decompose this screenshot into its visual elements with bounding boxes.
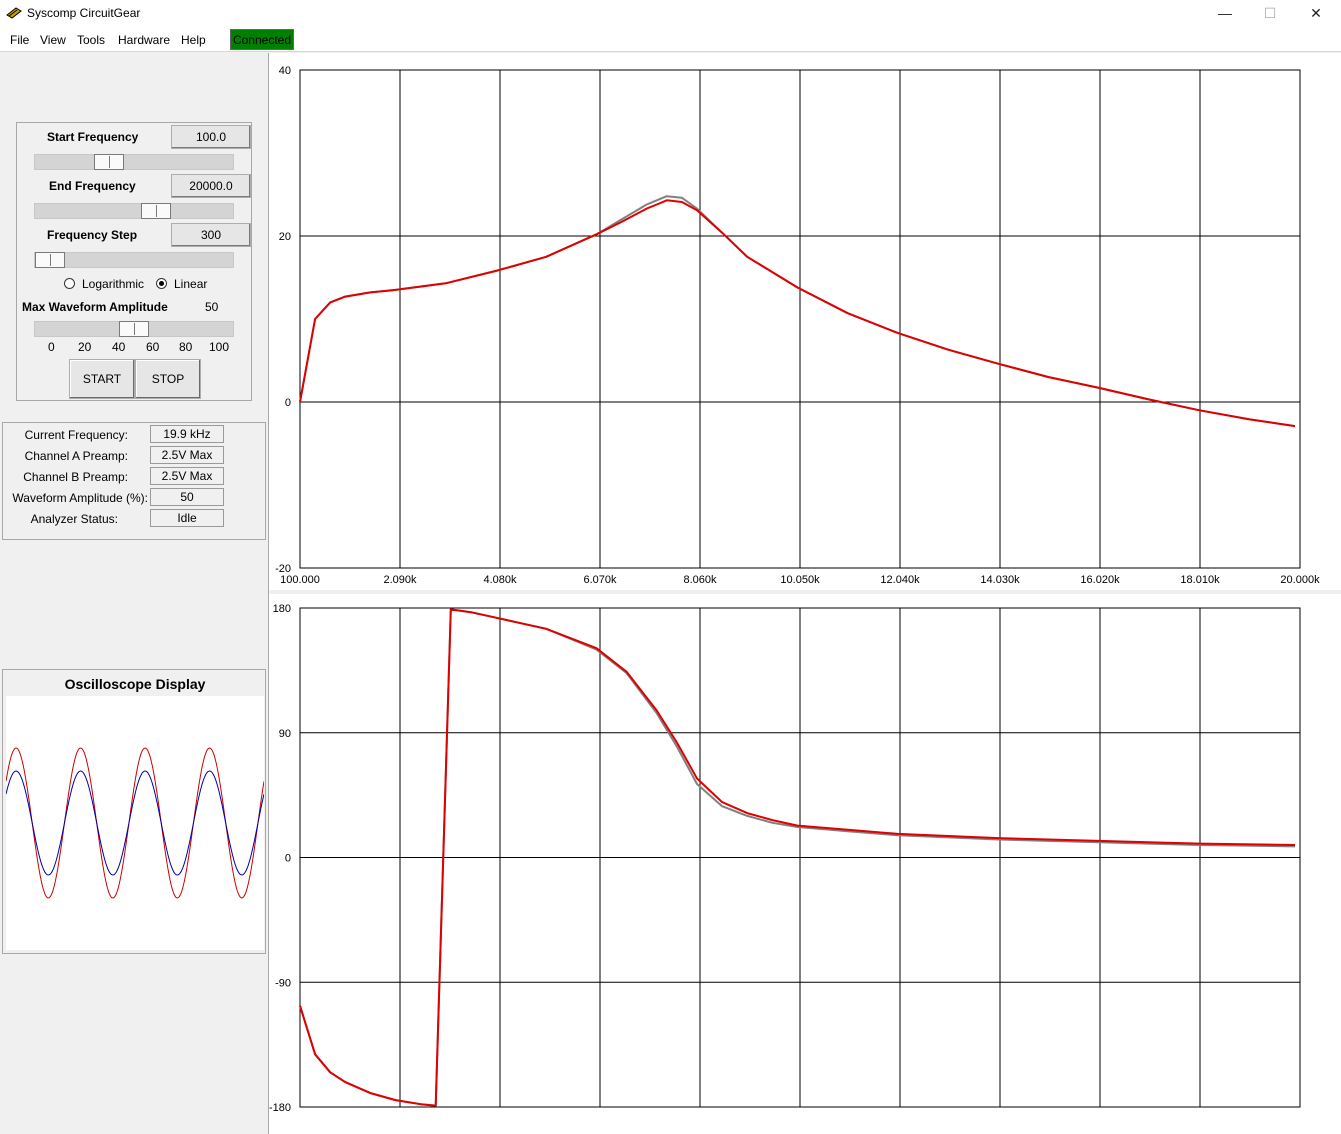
app-icon xyxy=(6,7,22,19)
end-frequency-label: End Frequency xyxy=(49,179,136,193)
current-frequency-value: 19.9 kHz xyxy=(150,425,224,443)
menu-file[interactable]: File xyxy=(10,33,29,47)
linear-label: Linear xyxy=(174,277,208,291)
x-tick-label: 14.030k xyxy=(980,574,1020,586)
window-title: Syscomp CircuitGear xyxy=(27,6,141,20)
phase-plot: 180 90 0 -90 -180 xyxy=(269,603,1301,1114)
frequency-step-slider[interactable] xyxy=(34,252,234,268)
menu-hardware[interactable]: Hardware xyxy=(118,33,170,47)
y-tick-label: 40 xyxy=(279,65,291,77)
slider-thumb[interactable] xyxy=(35,252,65,268)
end-frequency-field[interactable]: 20000.0 xyxy=(171,174,251,198)
amplitude-scale-tick: 40 xyxy=(112,340,126,354)
slider-thumb[interactable] xyxy=(119,321,149,337)
menu-view[interactable]: View xyxy=(40,33,66,47)
slider-thumb[interactable] xyxy=(93,154,124,170)
x-tick-label: 6.070k xyxy=(583,574,617,586)
status-label: Channel B Preamp: xyxy=(23,470,128,484)
sweep-control-panel: Start Frequency 100.0 End Frequency 2000… xyxy=(16,122,252,401)
stop-button[interactable]: STOP xyxy=(135,359,201,399)
logarithmic-label: Logarithmic xyxy=(82,277,145,291)
x-tick-label: 16.020k xyxy=(1080,574,1120,586)
oscilloscope-panel: Oscilloscope Display xyxy=(2,669,266,954)
oscilloscope-title: Oscilloscope Display xyxy=(64,676,206,692)
status-panel: Current Frequency: 19.9 kHz Channel A Pr… xyxy=(2,422,266,540)
status-label: Analyzer Status: xyxy=(30,512,118,526)
y-tick-label: 0 xyxy=(285,397,291,409)
amplitude-scale-tick: 60 xyxy=(146,340,160,354)
y-tick-label: 0 xyxy=(285,853,291,865)
x-tick-label: 18.010k xyxy=(1180,574,1220,586)
channel-b-trace xyxy=(6,770,264,876)
frequency-step-label: Frequency Step xyxy=(47,228,138,242)
menu-tools[interactable]: Tools xyxy=(77,33,105,47)
max-amplitude-value: 50 xyxy=(205,300,219,314)
start-frequency-label: Start Frequency xyxy=(47,130,139,144)
x-tick-label: 100.000 xyxy=(280,574,320,586)
analyzer-status-value: Idle xyxy=(150,509,224,527)
start-button[interactable]: START xyxy=(69,359,135,399)
x-tick-label: 20.000k xyxy=(1280,574,1320,586)
end-frequency-slider[interactable] xyxy=(34,203,234,219)
magnitude-plot: 40200-20100.000 2.090k 4.080k 6.070k 8.060k 1… xyxy=(275,65,1320,586)
x-tick-label: 2.090k xyxy=(383,574,417,586)
close-icon[interactable]: ✕ xyxy=(1301,4,1331,22)
amplitude-scale-tick: 100 xyxy=(209,340,230,354)
amplitude-scale-tick: 80 xyxy=(179,340,193,354)
linear-radio[interactable] xyxy=(156,278,167,289)
channel-b-preamp-value: 2.5V Max xyxy=(150,467,224,485)
x-tick-label: 12.040k xyxy=(880,574,920,586)
start-frequency-field[interactable]: 100.0 xyxy=(171,125,251,149)
amplitude-slider[interactable] xyxy=(34,321,234,337)
menu-help[interactable]: Help xyxy=(181,33,206,47)
minimize-icon[interactable]: — xyxy=(1210,4,1240,22)
y-tick-label: 180 xyxy=(273,603,291,615)
status-label: Channel A Preamp: xyxy=(24,449,128,463)
amplitude-scale-tick: 0 xyxy=(48,340,55,354)
y-tick-label: -90 xyxy=(275,977,291,989)
menu-bar: File View Tools Hardware Help xyxy=(0,27,1341,52)
channel-a-preamp-value: 2.5V Max xyxy=(150,446,224,464)
amplitude-scale-tick: 20 xyxy=(78,340,92,354)
logarithmic-radio[interactable] xyxy=(64,278,75,289)
max-amplitude-label: Max Waveform Amplitude xyxy=(22,300,168,314)
x-tick-label: 4.080k xyxy=(483,574,517,586)
x-tick-label: 8.060k xyxy=(683,574,717,586)
status-label: Current Frequency: xyxy=(24,428,128,442)
plot-area: 40 20 0 -20 100.000 2.090k 4.080k 6.070k 8.060k 1… xyxy=(268,53,1341,1134)
y-tick-label: 20 xyxy=(279,231,291,243)
slider-thumb[interactable] xyxy=(140,203,171,219)
oscilloscope-display xyxy=(6,696,264,950)
x-tick-label: 10.050k xyxy=(780,574,820,586)
start-frequency-slider[interactable] xyxy=(34,154,234,170)
status-label: Waveform Amplitude (%): xyxy=(12,491,148,505)
title-bar: Syscomp CircuitGear — ☐ ✕ xyxy=(0,0,1341,27)
y-tick-label: 90 xyxy=(279,728,291,740)
frequency-step-field[interactable]: 300 xyxy=(171,223,251,247)
waveform-amplitude-value: 50 xyxy=(150,488,224,506)
connection-status-badge: Connected xyxy=(230,29,294,50)
y-tick-label: -180 xyxy=(269,1102,291,1114)
maximize-icon[interactable]: ☐ xyxy=(1255,4,1285,22)
